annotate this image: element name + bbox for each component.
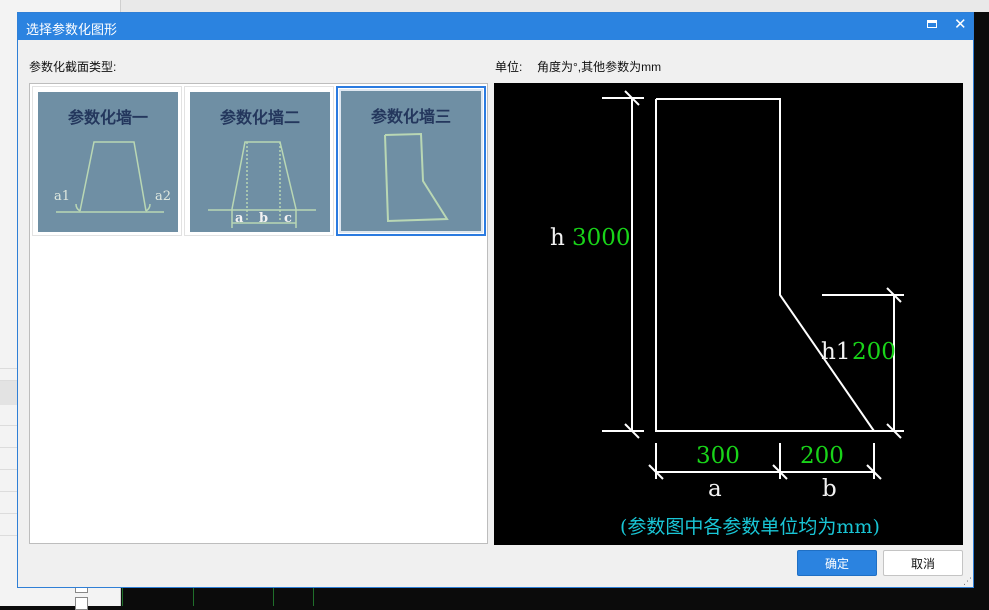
wall-2-image: 参数化墙二 a b c xyxy=(190,92,330,232)
wall-2-tag: a xyxy=(235,211,244,226)
wall-1-tag: a1 xyxy=(54,189,70,204)
h1-value: 200 xyxy=(852,339,896,365)
b-value: 200 xyxy=(800,443,844,469)
dialog-title: 选择参数化图形 xyxy=(26,22,118,37)
b-label: b xyxy=(822,476,837,502)
wall-1-tag: a2 xyxy=(155,189,171,204)
wall-2-shape: a b c xyxy=(208,141,316,228)
wall-2-tag: c xyxy=(284,211,292,226)
wall-3-image: 参数化墙三 xyxy=(339,89,483,233)
section-type-gallery: 参数化墙一 a1 a2 参数化墙二 a b c 参数化墙三 xyxy=(29,83,488,544)
wall-1-shape: a1 a2 xyxy=(54,141,171,213)
parametric-shape-dialog: 选择参数化图形 ✕ 参数化截面类型: 单位: 角度为°,其他参数为mm 参数化墙… xyxy=(17,12,974,588)
maximize-icon[interactable] xyxy=(927,20,937,28)
background-cad-grid xyxy=(122,588,323,606)
resize-grip-icon[interactable]: ⋰ xyxy=(963,576,972,587)
unit-note: (参数图中各参数单位均为mm) xyxy=(620,516,880,538)
close-icon[interactable]: ✕ xyxy=(954,16,967,34)
shape-preview: h 3000 h1 200 300 200 a b (参数图中各参数单位均为mm… xyxy=(494,83,963,545)
h-label: h xyxy=(550,225,565,251)
a-label: a xyxy=(708,476,722,502)
thumbnail-wall-3[interactable]: 参数化墙三 xyxy=(336,86,486,236)
wall-2-tag: b xyxy=(259,211,268,226)
a-value: 300 xyxy=(696,443,740,469)
dialog-titlebar[interactable]: 选择参数化图形 ✕ xyxy=(18,13,973,40)
background-app-strip xyxy=(0,0,989,12)
preview-drawing: h 3000 h1 200 300 200 a b (参数图中各参数单位均为mm… xyxy=(550,90,904,538)
wall-3-shape xyxy=(384,132,449,223)
background-checkbox[interactable] xyxy=(75,597,88,610)
thumbnail-wall-1[interactable]: 参数化墙一 a1 a2 xyxy=(32,86,182,236)
unit-description: 角度为°,其他参数为mm xyxy=(537,60,662,74)
cancel-button[interactable]: 取消 xyxy=(883,550,963,576)
thumbnail-wall-2[interactable]: 参数化墙二 a b c xyxy=(184,86,334,236)
section-type-label: 参数化截面类型: xyxy=(29,60,117,74)
h1-label: h1 xyxy=(821,339,850,365)
ok-button[interactable]: 确定 xyxy=(797,550,877,576)
unit-label: 单位: xyxy=(495,60,523,74)
wall-1-image: 参数化墙一 a1 a2 xyxy=(38,92,178,232)
h-value: 3000 xyxy=(572,225,631,251)
